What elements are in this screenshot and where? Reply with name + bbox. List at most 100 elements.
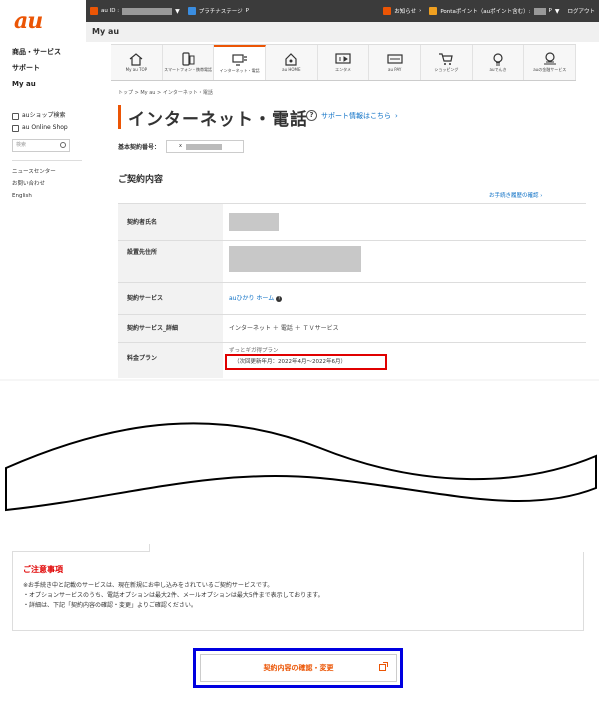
nav-tile-label: スマートフォン・携帯電話 [164,67,212,73]
notice-line: ※お手続き中と記載のサービスは、現在新規にお申し込みをされているご契約サービスで… [23,582,274,589]
table-row: 契約サービス auひかり ホーム ? [118,283,586,315]
english-link[interactable]: English [12,190,82,202]
chevron-down-icon[interactable]: ▼ [175,8,180,15]
row-value: ずっとギガ得プラン （次回更新年月：2022年4月〜2022年6月） [223,343,586,382]
nav-tile-label: au HOME [282,67,301,73]
shop-search-label: auショップ検索 [22,112,66,119]
online-shop-label: au Online Shop [22,124,68,131]
online-shop-link[interactable]: au Online Shop [12,122,82,134]
row-label: 契約サービス_詳細 [118,315,223,342]
notice-line: ・詳細は、下記「契約内容の確認・変更」よりご確認ください。 [23,602,197,609]
support-link[interactable]: ? サポート情報はこちら › [306,110,398,121]
masked-value [229,246,361,272]
finance-icon [543,52,556,65]
nav-tile-label: My au TOP [125,67,148,73]
divider [12,160,82,161]
confirm-change-button[interactable]: 契約内容の確認・変更 [200,654,397,682]
plan-name: ずっとギガ得プラン [229,348,279,354]
platinum-label: プラチナステージ [198,9,243,15]
shop-icon [12,112,19,120]
sidebar-item-support[interactable]: サポート [12,60,82,76]
home-icon [129,53,143,66]
news-label: お知らせ [394,9,417,15]
ponta-label: Pontaポイント（auポイント含む）: [440,9,531,15]
au-id-label: au ID : [101,8,120,14]
sidebar-misc: ニュースセンター お問い合わせ English [12,166,82,202]
news-center-link[interactable]: ニュースセンター [12,166,82,178]
table-row: 契約サービス_詳細 インターネット ＋ 電話 ＋ ＴＶサービス [118,315,586,343]
nav-tile-au-denki[interactable]: auでんき [473,45,525,80]
notice-title: ご注意事項 [23,565,63,574]
au-id[interactable]: au ID : ▼ [86,7,184,15]
contract-number: 基本契約番号： x [118,140,245,153]
search-placeholder: 検索 [16,142,27,148]
help-icon: ? [306,110,317,121]
cart-icon [439,53,454,66]
row-value: インターネット ＋ 電話 ＋ ＴＶサービス [229,325,339,332]
row-label: 契約者氏名 [118,204,223,240]
service-link[interactable]: auひかり ホーム ? [229,295,283,302]
nav-tile-internet[interactable]: インターネット・電話 [214,45,267,80]
left-sidebar: au 商品・サービス サポート My au auショップ検索 au Online… [0,0,86,380]
ponta-points[interactable]: Pontaポイント（auポイント含む）: P ▼ [425,7,563,15]
top-bar: au ID : ▼ プラチナステージ P お知らせ › Pontaポイント（au… [86,0,599,22]
table-row: 契約者氏名 [118,204,586,241]
nav-tile-label: auでんき [489,67,507,73]
myau-title: My au [86,22,599,42]
notice-tab [12,544,150,552]
nav-tile-myau-top[interactable]: My au TOP [111,45,163,80]
sidebar-item-myau[interactable]: My au [12,76,82,92]
plan-renewal-note: （次回更新年月：2022年4月〜2022年6月） [225,354,387,370]
platinum-stage[interactable]: プラチナステージ P [184,7,253,15]
pay-icon [387,54,403,64]
nav-tile-label: ショッピング [434,67,459,73]
masked-value [229,213,279,231]
nav-tile-shopping[interactable]: ショッピング [421,45,473,80]
bell-icon [383,7,392,15]
platinum-suffix: P [245,8,249,14]
sidebar-nav: 商品・サービス サポート My au [12,44,82,92]
row-label: 設置先住所 [118,241,223,282]
search-icon[interactable] [60,142,66,148]
smart-home-icon [285,53,297,66]
chevron-down-icon[interactable]: ▼ [555,8,560,15]
cart-icon [12,124,19,132]
nav-tile-entertainment[interactable]: エンタメ [318,45,370,80]
contract-number-label: 基本契約番号： [118,144,161,151]
chevron-right-icon: › [395,111,398,120]
ponta-icon [429,7,438,15]
ponta-masked [533,7,546,15]
row-label: 料金プラン [118,343,223,382]
sidebar-links: auショップ検索 au Online Shop [12,110,82,134]
history-link[interactable]: お手続き履歴の確認 › [489,191,542,199]
contract-table: 契約者氏名 設置先住所 契約サービス auひかり ホーム ? 契約サービス_詳細… [118,203,586,393]
internet-icon [232,54,247,66]
nav-tile-au-pay[interactable]: au PAY [369,45,422,80]
title-accent-bar [118,105,121,129]
breadcrumb[interactable]: トップ > My au > インターネット・電話 [118,89,213,96]
row-label: 契約サービス [118,283,223,314]
chevron-right-icon: › [419,8,422,14]
nav-tile-finance[interactable]: auの金融サービス [524,45,577,80]
nav-tile-label: エンタメ [335,67,351,73]
au-id-masked [122,7,173,15]
logout-link[interactable]: ログアウト [563,7,599,15]
nav-tile-smartphone[interactable]: スマートフォン・携帯電話 [163,45,215,80]
au-logo[interactable]: au [14,8,64,34]
news-link[interactable]: お知らせ › [379,7,425,15]
info-icon[interactable]: ? [276,295,283,302]
sidebar-search-input[interactable]: 検索 [12,139,70,152]
shop-search-link[interactable]: auショップ検索 [12,110,82,122]
nav-tile-au-home[interactable]: au HOME [266,45,318,80]
confirm-change-label: 契約内容の確認・変更 [263,664,334,672]
nav-tile-label: インターネット・電話 [219,68,260,74]
entertainment-icon [335,53,351,64]
sidebar-item-products[interactable]: 商品・サービス [12,44,82,60]
support-link-label: サポート情報はこちら [321,111,391,120]
row-value [223,204,586,240]
row-value [223,241,586,282]
ponta-suffix: P [548,8,552,14]
contract-number-value: x [166,140,245,153]
contact-link[interactable]: お問い合わせ [12,178,82,190]
au-id-icon [90,7,98,15]
